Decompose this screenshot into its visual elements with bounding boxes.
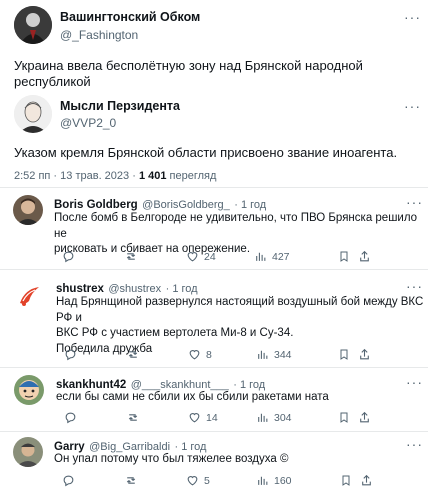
more-icon[interactable]: ···: [404, 99, 421, 113]
like-count: 14: [206, 411, 218, 424]
share-icon: [360, 411, 369, 423]
views-icon: [258, 350, 268, 359]
bookmark-icon: [342, 475, 350, 486]
reply-actions: 5 160: [62, 474, 373, 487]
reply-actions: 24 427: [62, 250, 371, 263]
like-button[interactable]: 24: [186, 250, 254, 263]
like-icon: [189, 350, 200, 360]
views-label: перегляд: [169, 170, 217, 182]
divider: [0, 269, 428, 270]
author-name[interactable]: Мысли Перзидента: [60, 99, 180, 113]
divider: [0, 431, 428, 432]
reply-actions: 14 304: [64, 411, 371, 424]
reply-actions: 8 344: [64, 348, 371, 361]
bookmark-button[interactable]: [340, 474, 360, 487]
more-icon[interactable]: ···: [406, 437, 423, 451]
reply-icon: [63, 475, 74, 487]
reply-button[interactable]: [64, 348, 126, 361]
more-icon[interactable]: ···: [406, 375, 423, 389]
bookmark-button[interactable]: [338, 411, 358, 424]
like-count: 8: [206, 348, 212, 361]
like-icon: [189, 413, 200, 423]
share-button[interactable]: [358, 348, 371, 361]
tweet-text: Указом кремля Брянской области присвоено…: [14, 145, 398, 160]
author-handle[interactable]: @BorisGoldberg_: [142, 199, 230, 211]
views-count: 304: [274, 411, 292, 424]
divider: [0, 367, 428, 368]
views-icon: [256, 252, 266, 261]
share-button[interactable]: [360, 474, 373, 487]
like-icon: [187, 252, 198, 262]
bookmark-icon: [340, 412, 348, 423]
tweet-timestamp[interactable]: 2:52 пп · 13 трав. 2023 ·: [14, 170, 136, 182]
avatar-washington-obkom[interactable]: [14, 6, 52, 44]
views-icon: [258, 476, 268, 485]
like-button[interactable]: 14: [188, 411, 256, 424]
author-handle[interactable]: @_Fashington: [60, 28, 138, 42]
reply-button[interactable]: [62, 474, 124, 487]
reply-time[interactable]: · 1 год: [166, 283, 198, 295]
bookmark-icon: [340, 349, 348, 360]
share-icon: [360, 348, 369, 360]
retweet-icon: [126, 253, 136, 260]
retweet-button[interactable]: [124, 250, 186, 263]
reply-text: Он упал потому что был тяжелее воздуха ©: [54, 452, 288, 468]
avatar-mysli-perzidenta[interactable]: [14, 95, 52, 133]
reply-button[interactable]: [64, 411, 126, 424]
author-name[interactable]: Вашингтонский Обком: [60, 10, 200, 24]
bookmark-button[interactable]: [338, 348, 358, 361]
divider: [0, 187, 428, 188]
author-name[interactable]: shustrex: [56, 283, 104, 295]
reply-text: если бы сами не сбили их бы сбили ракета…: [56, 390, 329, 406]
author-handle[interactable]: @VVP2_0: [60, 116, 116, 130]
retweet-button[interactable]: [126, 411, 188, 424]
reply-icon: [65, 349, 76, 361]
views-count: 344: [274, 348, 292, 361]
tweet-text: Украина ввела бесполётную зону над Брянс…: [14, 58, 363, 89]
retweet-icon: [128, 351, 138, 358]
like-count: 24: [204, 250, 216, 263]
like-button[interactable]: 5: [186, 474, 256, 487]
author-name[interactable]: Boris Goldberg: [54, 199, 138, 211]
views-count: 1 401: [138, 170, 167, 182]
reply-text-line: После бомб в Белгороде не удивительно, ч…: [54, 212, 418, 240]
share-button[interactable]: [358, 411, 371, 424]
avatar-shustrex[interactable]: [15, 281, 45, 311]
tweet-meta: 2:52 пп · 13 трав. 2023 · 1 401 перегляд: [14, 170, 216, 182]
views-button[interactable]: 427: [254, 250, 338, 263]
reply-text-line: Над Брянщиной развернулся настоящий возд…: [56, 296, 424, 324]
avatar-boris-goldberg[interactable]: [13, 195, 43, 225]
views-icon: [258, 413, 268, 422]
more-icon[interactable]: ···: [404, 10, 421, 24]
more-icon[interactable]: ···: [406, 279, 423, 293]
like-icon: [187, 476, 198, 486]
author-handle[interactable]: @shustrex: [108, 283, 161, 295]
share-icon: [362, 474, 371, 486]
reply-text-line: если бы сами не сбили их бы сбили ракета…: [56, 391, 329, 403]
reply-button[interactable]: [62, 250, 124, 263]
retweet-button[interactable]: [126, 348, 188, 361]
like-count: 5: [204, 474, 210, 487]
views-button[interactable]: 304: [256, 411, 338, 424]
bookmark-button[interactable]: [338, 250, 358, 263]
more-icon[interactable]: ···: [406, 195, 423, 209]
views-button[interactable]: 160: [256, 474, 340, 487]
reply-icon: [63, 251, 74, 263]
views-button[interactable]: 344: [256, 348, 338, 361]
reply-text-line: Он упал потому что был тяжелее воздуха ©: [54, 453, 289, 465]
retweet-icon: [128, 414, 138, 421]
views-count: 427: [272, 250, 290, 263]
bookmark-icon: [340, 251, 348, 262]
avatar-skankhunt42[interactable]: [14, 375, 44, 405]
reply-time[interactable]: · 1 год: [234, 199, 266, 211]
share-button[interactable]: [358, 250, 371, 263]
reply-icon: [65, 412, 76, 424]
like-button[interactable]: 8: [188, 348, 256, 361]
avatar-garry[interactable]: [13, 437, 43, 467]
reply-text-line: ВКС РФ с участием вертолета Ми-8 и Су-34…: [56, 327, 294, 339]
share-icon: [360, 250, 369, 262]
retweet-icon: [126, 477, 136, 484]
retweet-button[interactable]: [124, 474, 186, 487]
views-count: 160: [274, 474, 292, 487]
